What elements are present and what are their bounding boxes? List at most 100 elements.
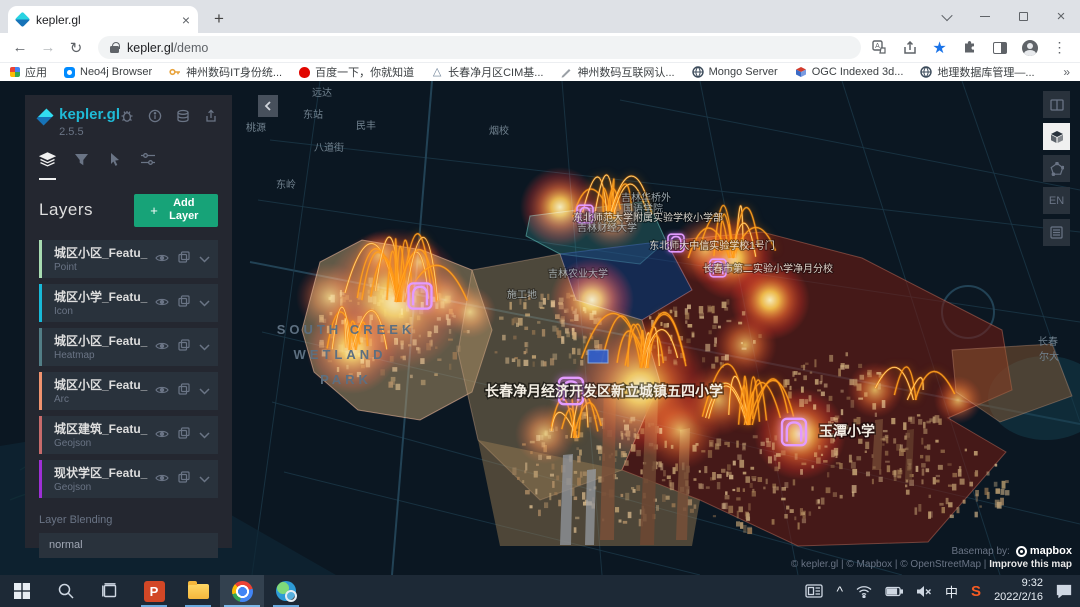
new-tab-button[interactable]: + [208, 9, 230, 29]
taskbar-file-explorer[interactable] [176, 575, 220, 607]
tab-interactions[interactable] [107, 152, 122, 180]
layer-name: 现状学区_Featu_ [54, 464, 155, 481]
park-label: PARK [320, 372, 372, 387]
layer-item[interactable]: 城区小区_Featu_Point [39, 240, 218, 278]
tab-filters[interactable] [74, 152, 89, 180]
taskbar-powerpoint[interactable]: P [132, 575, 176, 607]
layers-panel-title: Layers [39, 200, 93, 220]
bug-report-icon[interactable] [120, 109, 134, 123]
sogou-icon[interactable]: S [971, 583, 981, 600]
restore-button[interactable] [1004, 0, 1042, 33]
toggle-3d-button[interactable] [1043, 123, 1070, 150]
action-center-icon[interactable] [1056, 584, 1072, 598]
chevron-down-icon[interactable] [199, 294, 210, 312]
add-layer-label: Add Layer [166, 197, 202, 222]
url-text: kepler.gl/demo [127, 41, 208, 55]
road-label: 烟校 [489, 124, 509, 137]
info-icon[interactable] [148, 109, 162, 123]
taskbar-clock[interactable]: 9:32 2022/2/16 [994, 577, 1043, 605]
toolbar-actions: A ★ ⋮ [871, 39, 1072, 56]
map-credits[interactable]: © kepler.gl | © Mapbox | © OpenStreetMap… [791, 559, 987, 570]
tab-search-button[interactable] [928, 0, 966, 33]
minimize-button[interactable] [966, 0, 1004, 33]
layer-item[interactable]: 城区小区_Featu_Arc [39, 372, 218, 410]
visibility-eye-icon[interactable] [155, 470, 169, 488]
version-label: 2.5.5 [59, 126, 120, 138]
wifi-icon[interactable] [856, 585, 872, 598]
duplicate-icon[interactable] [178, 426, 190, 444]
browser-menu-icon[interactable]: ⋮ [1051, 39, 1068, 56]
extensions-puzzle-icon[interactable] [961, 39, 978, 56]
legend-button[interactable] [1043, 219, 1070, 246]
start-button[interactable] [0, 575, 44, 607]
address-bar[interactable]: kepler.gl/demo [98, 36, 861, 59]
chevron-down-icon[interactable] [199, 338, 210, 356]
layer-blending-select[interactable]: normal [39, 533, 218, 558]
bookmark-apps[interactable]: 应用 [10, 64, 47, 80]
duplicate-icon[interactable] [178, 294, 190, 312]
duplicate-icon[interactable] [178, 338, 190, 356]
bookmarks-overflow[interactable]: » [1063, 65, 1070, 79]
chevron-down-icon[interactable] [199, 250, 210, 268]
poi-label: 吉林农业大学 [548, 267, 608, 280]
browser-tab[interactable]: kepler.gl × [8, 6, 198, 33]
bookmark-geodb[interactable]: 地理数据库管理—... [920, 64, 1034, 80]
volume-muted-icon[interactable] [916, 585, 932, 598]
translate-icon[interactable]: A [871, 39, 888, 56]
search-button[interactable] [44, 575, 88, 607]
visibility-eye-icon[interactable] [155, 382, 169, 400]
bookmark-auth[interactable]: 神州数码互联网认... [560, 64, 674, 80]
duplicate-icon[interactable] [178, 470, 190, 488]
back-button[interactable]: ← [8, 39, 32, 56]
tab-close-button[interactable]: × [182, 13, 190, 27]
visibility-eye-icon[interactable] [155, 338, 169, 356]
news-widget-icon[interactable] [805, 584, 823, 598]
bookmark-cim[interactable]: △长春净月区CIM基... [431, 64, 543, 80]
side-panel-icon[interactable] [991, 39, 1008, 56]
duplicate-icon[interactable] [178, 250, 190, 268]
chevron-down-icon[interactable] [199, 426, 210, 444]
export-share-icon[interactable] [204, 109, 218, 123]
tab-layers[interactable] [39, 152, 56, 180]
road-label: 东站 [303, 108, 323, 121]
add-layer-button[interactable]: + Add Layer [134, 194, 218, 227]
bookmark-identity[interactable]: 神州数码IT身份统... [169, 64, 282, 80]
bookmark-mongo[interactable]: Mongo Server [692, 66, 778, 78]
layer-item[interactable]: 现状学区_Featu_Geojson [39, 460, 218, 498]
split-map-button[interactable] [1043, 91, 1070, 118]
taskbar-gis-app[interactable] [264, 575, 308, 607]
mapbox-logo[interactable]: mapbox [1016, 545, 1072, 557]
map-canvas[interactable]: 远达 东站 民丰 八道街 烟校 东岭 桃源 施工地 吉林华桥外 国语学院 东北师… [0, 81, 1080, 575]
improve-map-link[interactable]: Improve this map [989, 559, 1072, 570]
layer-item[interactable]: 城区小区_Featu_Heatmap [39, 328, 218, 366]
layer-name: 城区小学_Featu_ [54, 288, 155, 305]
battery-icon[interactable] [885, 586, 903, 597]
task-view-button[interactable] [88, 575, 132, 607]
forward-button[interactable]: → [36, 39, 60, 56]
visibility-eye-icon[interactable] [155, 294, 169, 312]
locale-button[interactable]: EN [1043, 187, 1070, 214]
draw-polygon-button[interactable] [1043, 155, 1070, 182]
database-icon[interactable] [176, 109, 190, 123]
tab-basemap-settings[interactable] [140, 152, 156, 180]
reload-button[interactable]: ↻ [64, 39, 88, 57]
layer-item[interactable]: 城区建筑_Featu_Geojson [39, 416, 218, 454]
visibility-eye-icon[interactable] [155, 426, 169, 444]
share-icon[interactable] [901, 39, 918, 56]
park-label: WETLAND [294, 347, 387, 362]
chevron-down-icon[interactable] [199, 382, 210, 400]
panel-collapse-button[interactable] [258, 95, 278, 117]
close-window-button[interactable]: × [1042, 0, 1080, 33]
chevron-down-icon[interactable] [199, 470, 210, 488]
taskbar-chrome[interactable] [220, 575, 264, 607]
bookmark-star-icon[interactable]: ★ [931, 39, 948, 56]
ime-indicator[interactable]: 中 [945, 582, 958, 601]
layer-item[interactable]: 城区小学_Featu_Icon [39, 284, 218, 322]
bookmark-neo4j[interactable]: Neo4j Browser [64, 66, 152, 78]
profile-avatar[interactable] [1021, 39, 1038, 56]
bookmark-baidu[interactable]: 百度一下，你就知道 [299, 64, 414, 80]
bookmark-ogc[interactable]: OGC Indexed 3d... [795, 66, 904, 78]
duplicate-icon[interactable] [178, 382, 190, 400]
tray-expand-icon[interactable]: ^ [836, 583, 843, 599]
visibility-eye-icon[interactable] [155, 250, 169, 268]
